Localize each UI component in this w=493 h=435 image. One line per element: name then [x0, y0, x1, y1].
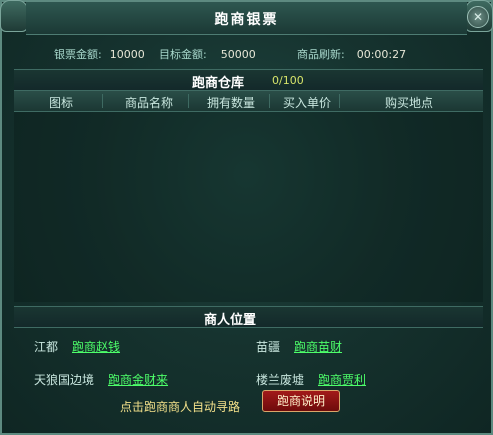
city-miaojiang: 苗疆 — [256, 340, 281, 354]
title-bar[interactable]: 跑商银票 — [26, 2, 467, 35]
city-jiangdu: 江都 — [34, 340, 59, 354]
warehouse-table-header: 图标 商品名称 拥有数量 买入单价 购买地点 — [14, 91, 483, 112]
warehouse-title: 跑商仓库 — [192, 76, 245, 91]
column-buy-location[interactable]: 购买地点 — [349, 94, 469, 111]
column-icon[interactable]: 图标 — [36, 94, 86, 111]
column-divider — [339, 94, 340, 108]
warehouse-header: 跑商仓库 0/100 — [14, 69, 483, 91]
npc-link-jincailai[interactable]: 跑商金财来 — [108, 371, 168, 388]
trade-ticket-window: 跑商银票 ✕ 银票金额: 10000 目标金额: 50000 商品刷新: 00:00:… — [0, 0, 493, 435]
column-goods-name[interactable]: 商品名称 — [106, 94, 192, 111]
auto-path-hint: 点击跑商商人自动寻路 — [120, 400, 241, 414]
goods-refresh: 商品刷新: 00:00:27 — [297, 46, 406, 62]
warehouse-list[interactable] — [14, 112, 483, 302]
column-owned-quantity[interactable]: 拥有数量 — [188, 94, 274, 111]
npc-link-miaocai[interactable]: 跑商苗财 — [294, 338, 342, 355]
ticket-amount-value: 10000 — [109, 48, 145, 61]
goods-refresh-timer: 00:00:27 — [356, 48, 407, 61]
target-amount: 目标金额: 50000 — [159, 46, 256, 62]
ticket-amount: 银票金额: 10000 — [54, 46, 145, 62]
city-tianlang-border: 天狼国边境 — [34, 373, 95, 387]
city-loulan-ruins: 楼兰废墟 — [256, 373, 305, 387]
column-buy-price[interactable]: 买入单价 — [269, 94, 345, 111]
corner-ornament-icon — [0, 0, 28, 32]
target-amount-label: 目标金额: — [159, 48, 207, 61]
npc-link-zhaoqian[interactable]: 跑商赵钱 — [72, 338, 120, 355]
warehouse-capacity: 0/100 — [272, 74, 304, 87]
merchant-location-title: 商人位置 — [204, 313, 257, 328]
column-divider — [102, 94, 103, 108]
npc-link-jiali[interactable]: 跑商贾利 — [318, 371, 366, 388]
merchant-location-header: 商人位置 — [14, 306, 483, 328]
trade-help-button[interactable]: 跑商说明 — [262, 390, 340, 412]
ticket-amount-label: 银票金额: — [54, 48, 102, 61]
close-button[interactable]: ✕ — [467, 6, 489, 28]
window-title: 跑商银票 — [214, 12, 279, 28]
target-amount-value: 50000 — [220, 48, 256, 61]
goods-refresh-label: 商品刷新: — [297, 48, 345, 61]
